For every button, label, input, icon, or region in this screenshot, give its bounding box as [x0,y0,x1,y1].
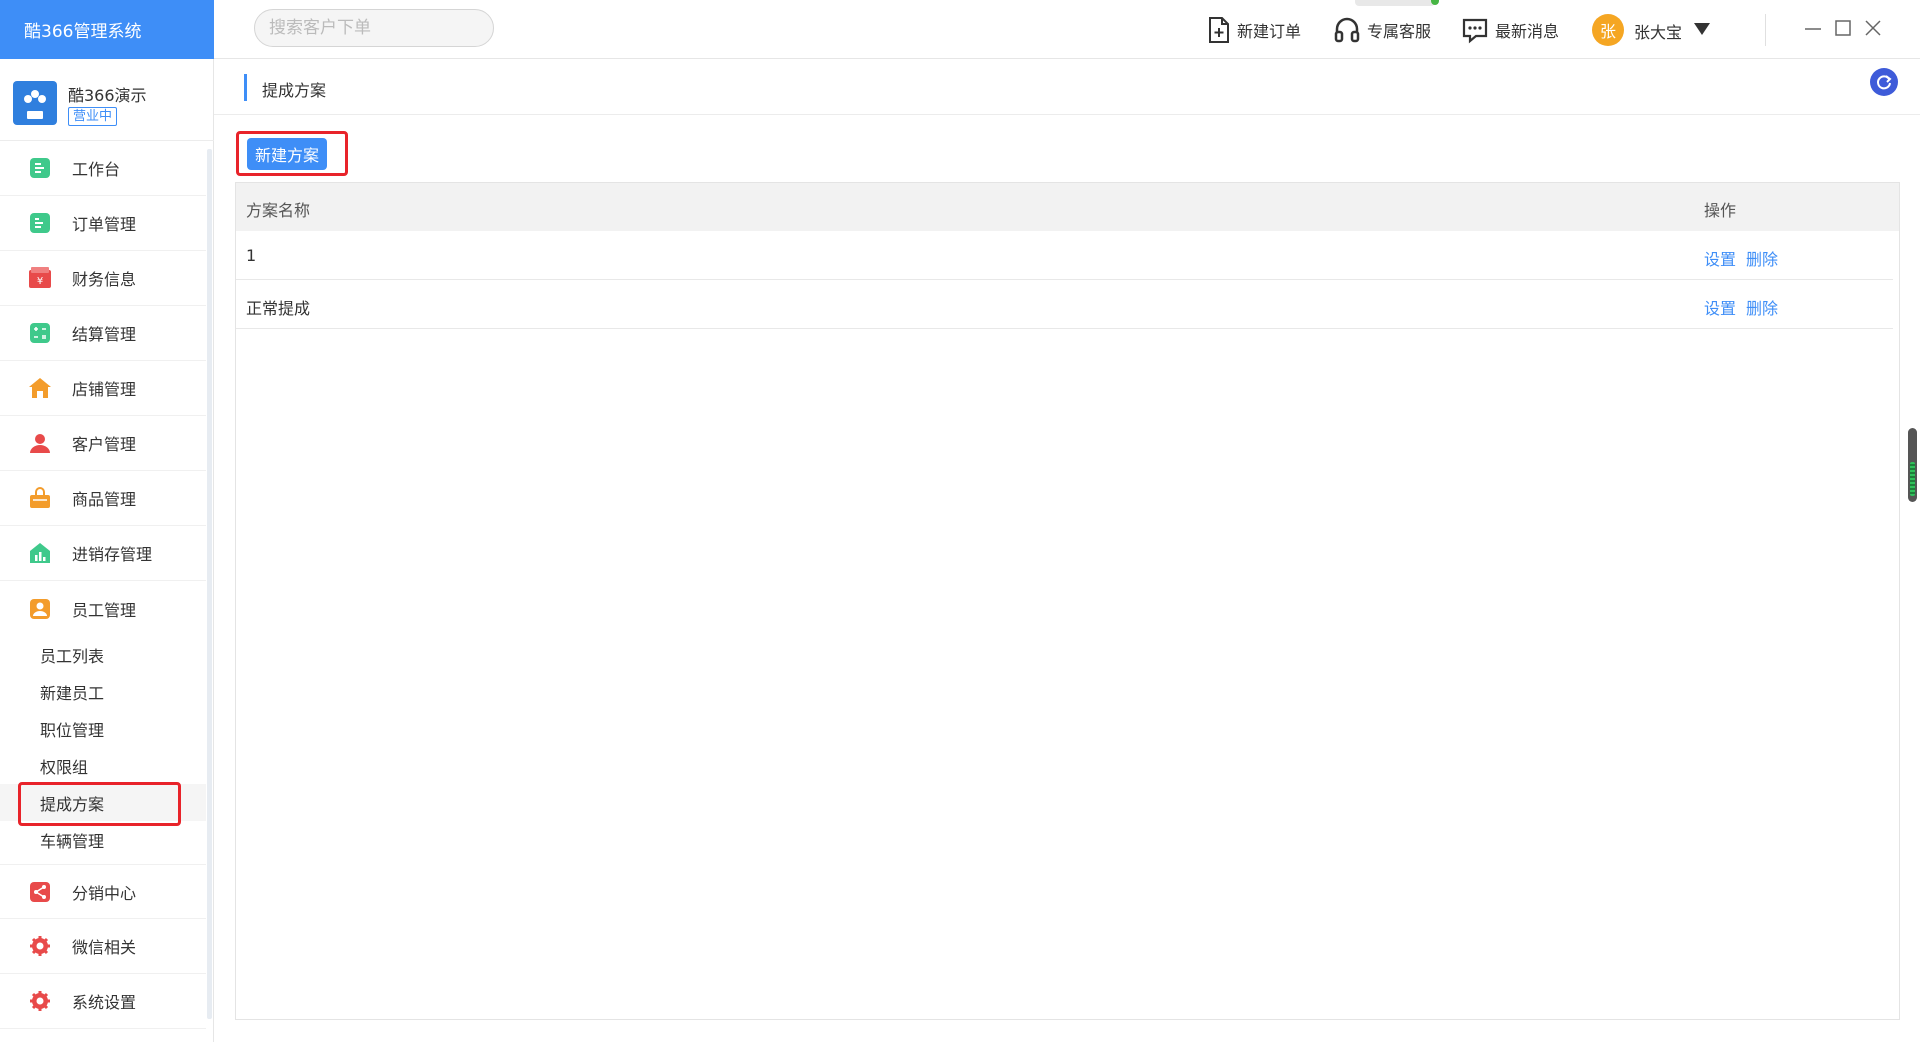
table-header: 方案名称 操作 [236,183,1899,231]
avatar[interactable]: 张 [1592,14,1624,46]
top-bar: 酷366管理系统 新建订单 专属客服 最新消息 张 张大宝 [0,0,1920,59]
delete-link[interactable]: 删除 [1746,246,1778,270]
sidebar-item-label: 客户管理 [72,435,137,454]
finance-icon: ¥ [28,266,52,290]
sidebar-item-goods[interactable]: 商品管理 [0,471,206,526]
sidebar-item-finance[interactable]: ¥ 财务信息 [0,251,206,306]
sidebar-item-customers[interactable]: 客户管理 [0,416,206,471]
sidebar-scrollbar[interactable] [207,149,212,1019]
sidebar-item-label: 结算管理 [72,325,137,344]
sidebar-item-label: 订单管理 [72,215,137,234]
table-row: 正常提成 设置 删除 [236,280,1893,329]
close-icon[interactable] [1863,18,1883,38]
latest-messages-label: 最新消息 [1495,22,1560,41]
settings-icon [28,989,52,1013]
delete-link[interactable]: 删除 [1746,295,1778,319]
store-icon [28,376,52,400]
new-order-button[interactable]: 新建订单 [1207,14,1301,46]
staff-icon [28,597,52,621]
goods-bag-icon [28,486,52,510]
sidebar-item-label: 进销存管理 [72,545,153,564]
settings-link[interactable]: 设置 [1704,246,1736,270]
submenu-permission-groups[interactable]: 权限组 [0,747,206,784]
store-flower-icon [24,90,46,119]
store-status-badge: 营业中 [68,107,118,126]
submenu-new-staff[interactable]: 新建员工 [0,673,206,710]
sidebar-item-settlement[interactable]: 结算管理 [0,306,206,361]
message-icon [1462,18,1488,44]
share-icon [28,880,52,904]
sidebar-item-inventory[interactable]: 进销存管理 [0,526,206,581]
minimize-icon[interactable] [1803,18,1823,38]
submenu-vehicles[interactable]: 车辆管理 [0,821,206,858]
caret-down-icon[interactable] [1694,23,1710,35]
table-row: 1 设置 删除 [236,231,1893,280]
online-indicator [1431,0,1439,5]
workbench-icon [28,156,52,180]
sidebar-item-label: 微信相关 [72,938,137,957]
store-name: 酷366演示 [68,86,147,105]
submenu-commission-plans[interactable]: 提成方案 [0,784,206,821]
latest-messages-button[interactable]: 最新消息 [1461,14,1559,46]
top-notch [1355,0,1435,6]
user-name[interactable]: 张大宝 [1634,19,1682,43]
sidebar-item-orders[interactable]: 订单管理 [0,196,206,251]
calculator-icon [28,321,52,345]
scrollbar-grip[interactable] [1910,462,1915,496]
svg-text:¥: ¥ [37,276,43,287]
store-logo [13,81,57,125]
breadcrumb-current: 提成方案 [262,81,327,100]
settings-link[interactable]: 设置 [1704,295,1736,319]
breadcrumb-marker [244,74,247,101]
store-card[interactable]: 酷366演示 营业中 [0,59,214,141]
order-icon [28,211,52,235]
column-plan-name: 方案名称 [246,201,311,220]
sidebar-item-label: 店铺管理 [72,380,137,399]
sidebar-item-label: 分销中心 [72,883,137,903]
new-plan-button[interactable]: 新建方案 [247,138,327,170]
sidebar-item-label: 工作台 [72,160,121,179]
refresh-icon [1877,75,1892,90]
sidebar-item-label: 员工管理 [72,600,137,620]
sidebar-item-label: 商品管理 [72,490,137,509]
new-order-label: 新建订单 [1237,22,1302,41]
plan-name-cell: 正常提成 [246,299,311,318]
inventory-icon [28,541,52,565]
sidebar-item-wechat[interactable]: 微信相关 [0,919,206,974]
plan-name-cell: 1 [246,246,257,265]
sidebar-item-store[interactable]: 店铺管理 [0,361,206,416]
app-title: 酷366管理系统 [0,0,214,59]
search-input[interactable] [254,9,494,47]
breadcrumb: 提成方案 [214,59,1920,115]
new-doc-icon [1209,17,1229,43]
sidebar: 酷366演示 营业中 工作台 订单管理 ¥ 财务信息 结算管理 店铺管理 客户管… [0,59,214,1042]
refresh-help-button[interactable] [1870,68,1898,96]
sidebar-item-staff[interactable]: 员工管理 [0,581,206,636]
column-actions: 操作 [1704,201,1737,220]
headset-icon [1334,17,1360,43]
sidebar-item-workbench[interactable]: 工作台 [0,141,206,196]
submenu-staff-list[interactable]: 员工列表 [0,636,206,673]
submenu-positions[interactable]: 职位管理 [0,710,206,747]
customer-service-button[interactable]: 专属客服 [1333,14,1431,46]
customer-service-label: 专属客服 [1367,22,1432,41]
wechat-gear-icon [28,934,52,958]
maximize-icon[interactable] [1833,18,1853,38]
sidebar-item-label: 财务信息 [72,270,137,289]
sidebar-item-label: 系统设置 [72,993,137,1012]
sidebar-item-settings[interactable]: 系统设置 [0,974,206,1029]
sidebar-item-distribution[interactable]: 分销中心 [0,864,206,919]
header-divider [1765,14,1766,46]
customer-icon [28,431,52,455]
commission-plan-table: 方案名称 操作 1 设置 删除 正常提成 设置 删除 [235,182,1900,1020]
